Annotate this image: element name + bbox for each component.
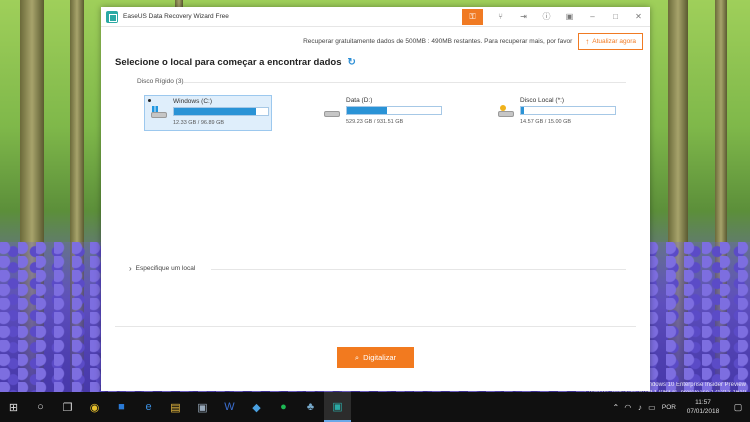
hdd-icon <box>324 107 340 117</box>
drive-usage-bar <box>346 106 442 115</box>
title-bar: EaseUS Data Recovery Wizard Free ⚿ ⑂ ⇥ ⓘ… <box>101 7 650 27</box>
word-icon[interactable]: W <box>216 392 243 422</box>
app-icon <box>106 10 118 23</box>
upgrade-button-label: Atualizar agora <box>592 38 636 45</box>
chevron-right-icon: › <box>129 264 132 273</box>
specify-divider <box>211 269 626 270</box>
edge-icon[interactable]: e <box>135 392 162 422</box>
promo-bar: Recuperar gratuitamente dados de 500MB :… <box>303 33 643 50</box>
specify-location-toggle[interactable]: › Especifique um local <box>129 264 195 273</box>
drive-name: Windows (C:) <box>173 98 213 105</box>
share-icon[interactable]: ⑂ <box>489 7 512 27</box>
upgrade-button[interactable]: ↑ Atualizar agora <box>578 33 643 50</box>
watermark-line1: Windows 10 Enterprise Insider Preview <box>641 382 746 388</box>
drive-usage-bar <box>173 107 269 116</box>
chrome-icon[interactable]: ◉ <box>81 392 108 422</box>
cortana-icon[interactable]: ○ <box>27 392 54 422</box>
specify-location-label: Especifique um local <box>135 265 196 272</box>
notification-icon[interactable]: ▢ <box>726 402 750 413</box>
language-indicator[interactable]: POR <box>662 404 676 411</box>
section-label-hard-disk: Disco Rígido (3) <box>137 78 184 85</box>
section-divider <box>183 82 626 83</box>
maximize-icon[interactable]: □ <box>604 7 627 27</box>
key-icon[interactable]: ⚿ <box>462 8 483 25</box>
drive-name: Disco Local (*:) <box>520 97 565 104</box>
window-title: EaseUS Data Recovery Wizard Free <box>123 13 229 20</box>
easeus-taskbar-icon[interactable]: ▣ <box>324 392 351 422</box>
drive-item-c[interactable]: Windows (C:) 12.33 GB / 96.89 GB <box>144 95 272 131</box>
drive-item-local[interactable]: Disco Local (*:) 14.57 GB / 15.00 GB <box>492 95 620 131</box>
footer-divider <box>115 326 636 327</box>
spotify-icon[interactable]: ● <box>270 392 297 422</box>
search-icon: ⌕ <box>354 352 360 362</box>
outlook-icon[interactable]: ■ <box>108 392 135 422</box>
export-icon[interactable]: ⇥ <box>512 7 535 27</box>
start-icon[interactable]: ⊞ <box>0 392 27 422</box>
taskbar: ⊞ ○ ❐ ◉ ■ e ▤ ▣ W ◆ ● ♣ ▣ ⌃ ◠ ♪ ▭ POR 11… <box>0 392 750 422</box>
page-title-text: Selecione o local para começar a encontr… <box>115 57 342 68</box>
refresh-icon[interactable]: ↻ <box>348 57 356 68</box>
windows-drive-icon <box>151 106 167 118</box>
info-icon[interactable]: ⓘ <box>535 7 558 27</box>
promo-text: Recuperar gratuitamente dados de 500MB :… <box>303 38 573 45</box>
drive-item-d[interactable]: Data (D:) 529.23 GB / 931.51 GB <box>318 95 446 131</box>
minimize-icon[interactable]: – <box>581 7 604 27</box>
battery-icon[interactable]: ▭ <box>646 403 658 412</box>
task-view-icon[interactable]: ❐ <box>54 392 81 422</box>
app-window: EaseUS Data Recovery Wizard Free ⚿ ⑂ ⇥ ⓘ… <box>101 7 650 391</box>
scan-button-label: Digitalizar <box>363 353 397 362</box>
system-tray: ⌃ ◠ ♪ ▭ POR 11:57 07/01/2018 ▢ <box>610 392 750 422</box>
close-icon[interactable]: ✕ <box>627 7 650 27</box>
clock-date: 07/01/2018 <box>686 408 720 415</box>
menu-icon[interactable]: ▣ <box>558 7 581 27</box>
scan-button[interactable]: ⌕ Digitalizar <box>337 347 414 368</box>
page-title: Selecione o local para começar a encontr… <box>115 57 356 68</box>
uninstall-tool-icon[interactable]: ♣ <box>297 392 324 422</box>
arrow-up-icon: ↑ <box>585 37 590 46</box>
usb-drive-icon <box>498 105 514 117</box>
app-icon-generic[interactable]: ▣ <box>189 392 216 422</box>
drive-size: 12.33 GB / 96.89 GB <box>173 120 225 126</box>
vs-code-icon[interactable]: ◆ <box>243 392 270 422</box>
chevron-up-icon[interactable]: ⌃ <box>610 403 622 412</box>
clock-time: 11:57 <box>695 399 711 406</box>
wifi-icon[interactable]: ◠ <box>622 403 634 412</box>
drive-size: 529.23 GB / 931.51 GB <box>346 119 404 125</box>
selected-dot <box>148 99 151 102</box>
drive-name: Data (D:) <box>346 97 373 104</box>
file-explorer-icon[interactable]: ▤ <box>162 392 189 422</box>
drive-usage-bar <box>520 106 616 115</box>
clock[interactable]: 11:57 07/01/2018 <box>680 398 726 416</box>
drive-size: 14.57 GB / 15.00 GB <box>520 119 572 125</box>
volume-icon[interactable]: ♪ <box>634 403 646 412</box>
